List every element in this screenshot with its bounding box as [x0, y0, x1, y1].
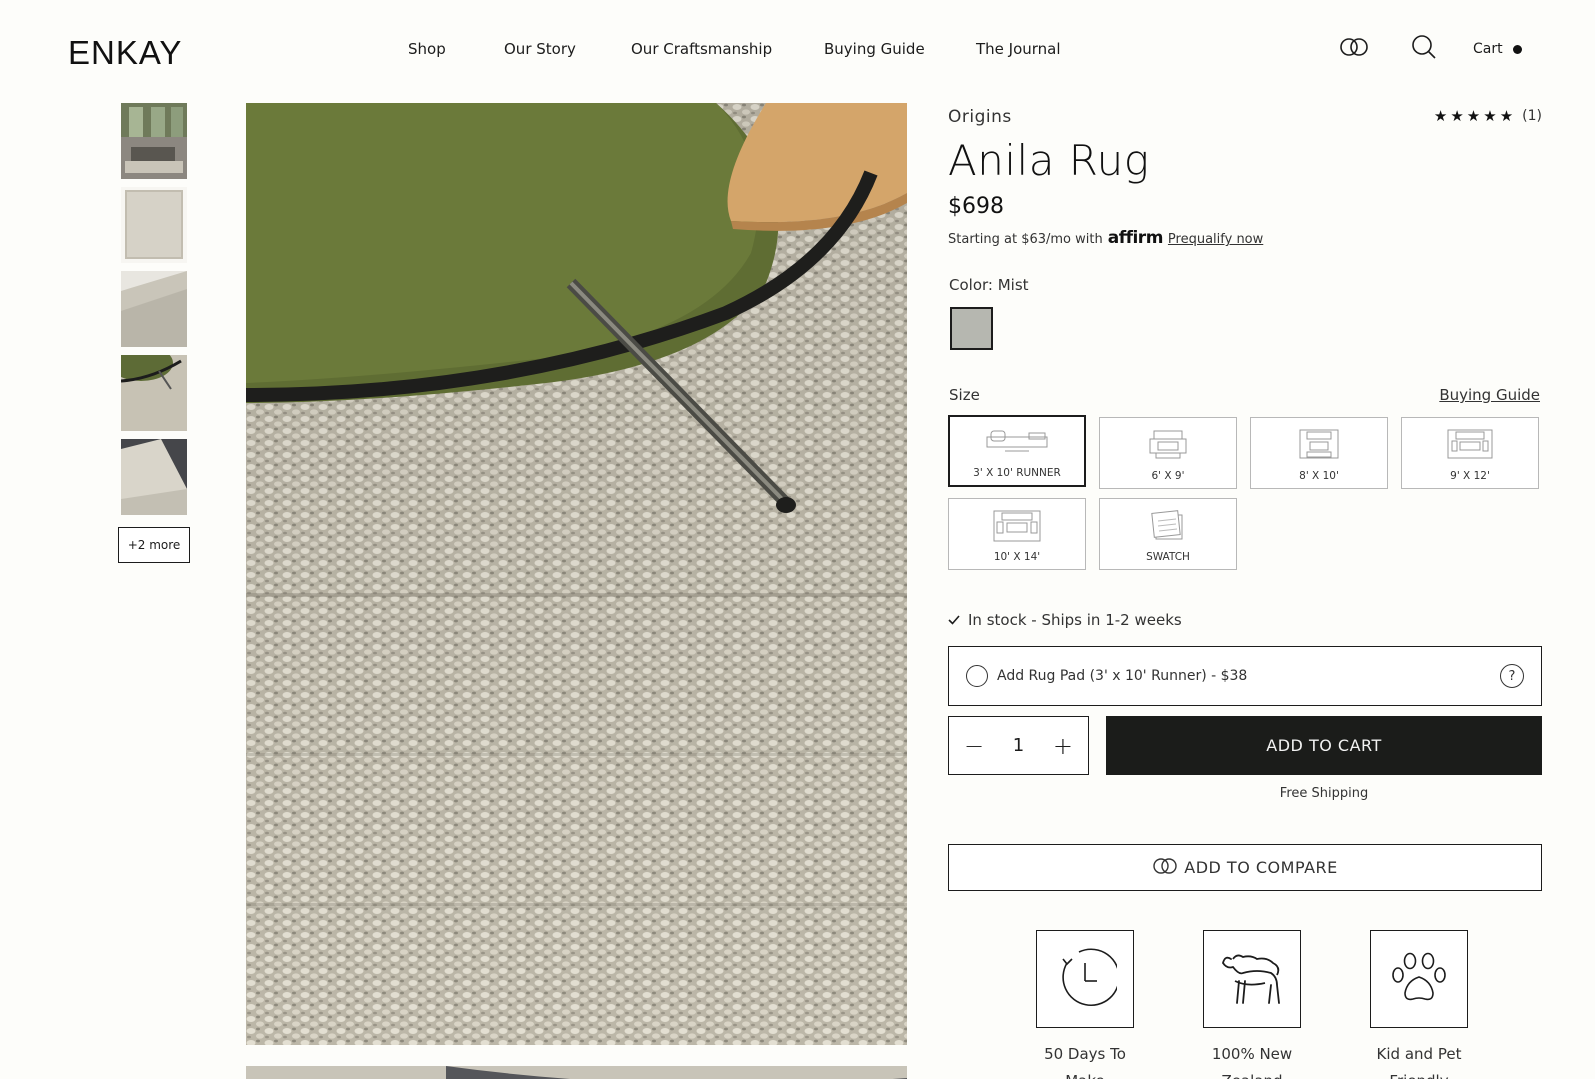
size-option-8x10[interactable]: 8' X 10'	[1250, 417, 1388, 489]
affirm-text: Starting at $63/mo with	[948, 232, 1103, 247]
cart-indicator-dot	[1512, 44, 1522, 54]
help-icon[interactable]: ?	[1500, 664, 1524, 688]
thumbnail-3[interactable]	[121, 271, 187, 347]
nav-our-craftsmanship[interactable]: Our Craftsmanship	[631, 40, 772, 58]
size-option-label: SWATCH	[1146, 551, 1190, 563]
free-shipping-note: Free Shipping	[1279, 786, 1369, 801]
rating-stars: ★★★★★	[1433, 107, 1517, 125]
add-to-compare-label: ADD TO COMPARE	[1184, 858, 1338, 877]
main-product-image[interactable]	[246, 103, 907, 1045]
size-option-label: 6' X 9'	[1151, 470, 1185, 482]
stock-text: In stock - Ships in 1-2 weeks	[968, 611, 1182, 629]
add-rug-pad-option[interactable]: Add Rug Pad (3' x 10' Runner) - $38 ?	[948, 646, 1542, 706]
clock-icon	[1053, 945, 1120, 1013]
thumbnail-4[interactable]	[121, 355, 187, 431]
product-price: $698	[948, 194, 1004, 219]
size-option-label: 3' X 10' RUNNER	[973, 467, 1061, 479]
rug-pad-label: Add Rug Pad (3' x 10' Runner) - $38	[997, 668, 1248, 684]
size-option-9x12[interactable]: 9' X 12'	[1401, 417, 1539, 489]
thumbnail-2[interactable]	[121, 187, 187, 263]
decrease-quantity-button[interactable]: −	[963, 734, 985, 758]
thumbnail-1[interactable]	[121, 103, 187, 179]
feature-label: 100% New Zealand	[1211, 1045, 1293, 1079]
feature-icon-box	[1370, 930, 1468, 1028]
nav-our-story[interactable]: Our Story	[504, 40, 576, 58]
size-label: Size	[949, 386, 980, 404]
living-room-icon	[1297, 428, 1341, 464]
compare-icon[interactable]	[1339, 37, 1369, 61]
more-images-button[interactable]: +2 more	[118, 527, 190, 563]
size-option-6x9[interactable]: 6' X 9'	[1099, 417, 1237, 489]
stock-status: In stock - Ships in 1-2 weeks	[948, 611, 1182, 629]
living-room-icon	[1146, 428, 1190, 464]
quantity-value[interactable]: 1	[1013, 735, 1024, 756]
affirm-logo: affirm	[1107, 228, 1164, 248]
prequalify-link[interactable]: Prequalify now	[1168, 232, 1263, 247]
brand-logo[interactable]: ENKAY	[68, 34, 182, 72]
size-option-10x14[interactable]: 10' X 14'	[948, 498, 1086, 570]
feature-new-zealand-wool: 100% New Zealand	[1192, 930, 1312, 1079]
feature-50-days: 50 Days To Make	[1025, 930, 1145, 1079]
compare-icon	[1152, 857, 1178, 879]
product-title: Anila Rug	[948, 136, 1150, 185]
size-option-3x10-runner[interactable]: 3' X 10' RUNNER	[948, 415, 1086, 487]
product-rating[interactable]: ★★★★★ (1)	[1434, 107, 1542, 125]
search-icon[interactable]	[1411, 34, 1437, 64]
nav-shop[interactable]: Shop	[408, 40, 446, 58]
increase-quantity-button[interactable]: +	[1052, 734, 1074, 758]
living-room-icon	[992, 509, 1042, 547]
add-to-cart-button[interactable]: ADD TO CART	[1106, 716, 1542, 775]
nav-buying-guide[interactable]: Buying Guide	[824, 40, 925, 58]
size-option-label: 8' X 10'	[1299, 470, 1339, 482]
thumbnail-5[interactable]	[121, 439, 187, 515]
cart-label: Cart	[1473, 41, 1503, 57]
color-label: Color: Mist	[949, 276, 1029, 294]
rating-count: (1)	[1522, 108, 1542, 124]
living-room-icon	[1446, 428, 1494, 464]
secondary-product-image[interactable]	[246, 1066, 907, 1079]
quantity-stepper: − 1 +	[948, 716, 1089, 775]
feature-label: 50 Days To Make	[1044, 1045, 1126, 1079]
product-collection[interactable]: Origins	[948, 107, 1012, 127]
size-option-swatch[interactable]: SWATCH	[1099, 498, 1237, 570]
affirm-financing: Starting at $63/mo with affirm Prequalif…	[948, 228, 1263, 248]
size-option-label: 9' X 12'	[1450, 470, 1490, 482]
paw-icon	[1389, 947, 1449, 1011]
feature-label: Kid and Pet Friendly	[1376, 1045, 1462, 1079]
runner-room-icon	[985, 427, 1049, 461]
cart-button[interactable]: Cart	[1473, 41, 1522, 57]
feature-icon-box	[1203, 930, 1301, 1028]
sheep-icon	[1217, 945, 1287, 1013]
feature-kid-pet-friendly: Kid and Pet Friendly	[1359, 930, 1479, 1079]
check-icon	[948, 611, 960, 629]
buying-guide-link[interactable]: Buying Guide	[1439, 386, 1540, 404]
swatch-icon	[1150, 509, 1186, 547]
size-option-label: 10' X 14'	[993, 551, 1041, 563]
nav-the-journal[interactable]: The Journal	[976, 40, 1061, 58]
rug-pad-radio[interactable]	[966, 665, 988, 687]
feature-icon-box	[1036, 930, 1134, 1028]
color-swatch-mist[interactable]	[950, 307, 993, 350]
add-to-compare-button[interactable]: ADD TO COMPARE	[948, 844, 1542, 891]
